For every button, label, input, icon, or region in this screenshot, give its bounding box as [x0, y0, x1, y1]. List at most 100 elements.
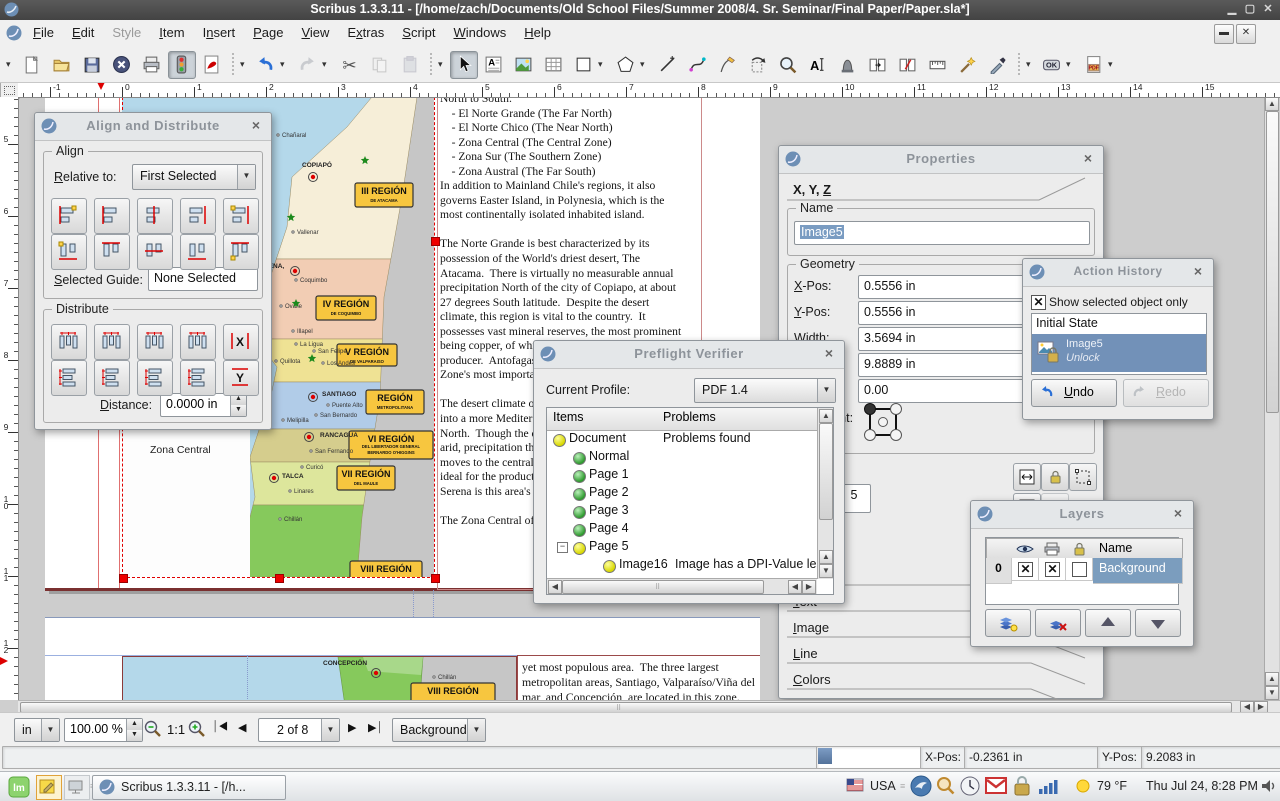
- menu-page[interactable]: Page: [244, 20, 292, 47]
- copy-properties-button[interactable]: [954, 51, 982, 79]
- close-button[interactable]: [108, 51, 136, 79]
- export-pdf-button[interactable]: [198, 51, 226, 79]
- redo-button[interactable]: [294, 51, 322, 79]
- layers-dialog[interactable]: Layers × Name 0 ✕ ✕ Background: [970, 500, 1194, 647]
- close-icon[interactable]: ×: [1170, 506, 1186, 522]
- history-list[interactable]: Initial State Image5 Unlock: [1031, 313, 1207, 375]
- layer-visible-cell[interactable]: ✕: [1012, 558, 1039, 581]
- history-item-initial[interactable]: Initial State: [1032, 314, 1206, 332]
- tree-vscrollbar[interactable]: ▲ ▲ ▼: [817, 408, 833, 579]
- window-titlebar[interactable]: Scribus 1.3.3.11 - [/home/zach/Documents…: [0, 0, 1280, 20]
- first-page-button[interactable]: ⏐◀: [212, 721, 228, 734]
- chevron-down-icon[interactable]: ▾: [1108, 59, 1113, 70]
- tree-row-normal[interactable]: Normal: [547, 448, 817, 466]
- redo-button[interactable]: Redo: [1123, 379, 1209, 407]
- insert-shape-button[interactable]: [570, 51, 598, 79]
- distribute-button-4[interactable]: [180, 324, 216, 360]
- align-distribute-dialog[interactable]: Align and Distribute × Align Relative to…: [34, 112, 272, 430]
- clock-tray-icon[interactable]: [960, 776, 980, 799]
- distribute-v-button-4[interactable]: [180, 360, 216, 396]
- vertical-ruler[interactable]: 56789101112: [0, 97, 19, 700]
- tree-hscrollbar[interactable]: ◀ ⠿ ◀ ▶: [547, 578, 817, 594]
- flip-horizontal-button[interactable]: [1013, 463, 1041, 491]
- align-button-3[interactable]: [137, 198, 173, 234]
- copy-button[interactable]: [366, 51, 394, 79]
- distribute-v-button-1[interactable]: [51, 360, 87, 396]
- layer-select[interactable]: Background▼: [392, 718, 486, 742]
- distribute-v-button-2[interactable]: [94, 360, 130, 396]
- chevron-down-icon[interactable]: ▾: [322, 59, 327, 70]
- tree-row-page-4[interactable]: Page 4: [547, 520, 817, 538]
- select-item-button[interactable]: [450, 51, 478, 79]
- align-v-button-5[interactable]: [223, 234, 259, 270]
- notes-quicklaunch-icon[interactable]: [36, 775, 62, 800]
- resize-handle[interactable]: [275, 574, 284, 583]
- close-button[interactable]: ✕: [1260, 2, 1276, 18]
- insert-polygon-button[interactable]: [612, 51, 640, 79]
- chile-map-image-2[interactable]: CONCEPCIÓNChillánLos AngelesVIII REGIÓN: [122, 656, 517, 700]
- preflight-verifier-button[interactable]: [168, 51, 196, 79]
- prev-page-button[interactable]: ◀: [238, 721, 246, 734]
- distribute-button-1[interactable]: [51, 324, 87, 360]
- preflight-verifier-dialog[interactable]: Preflight Verifier × Current Profile: PD…: [533, 340, 845, 604]
- menu-help[interactable]: Help: [515, 20, 560, 47]
- close-icon[interactable]: ×: [821, 346, 837, 362]
- pdf-push-button-button[interactable]: OK: [1038, 51, 1066, 79]
- new-document-button[interactable]: [18, 51, 46, 79]
- menu-extras[interactable]: Extras: [338, 20, 393, 47]
- zoom-button[interactable]: [774, 51, 802, 79]
- align-v-button-3[interactable]: [137, 234, 173, 270]
- freehand-line-button[interactable]: [714, 51, 742, 79]
- lock-button[interactable]: [1041, 463, 1069, 491]
- vertical-scrollbar[interactable]: ▲ ▲ ▼: [1264, 97, 1279, 700]
- scroll-up-arrow[interactable]: ▲: [1265, 97, 1279, 111]
- name-field[interactable]: Image5: [794, 221, 1090, 245]
- measurements-button[interactable]: [924, 51, 952, 79]
- align-v-button-1[interactable]: [51, 234, 87, 270]
- minimize-button[interactable]: ▁: [1224, 2, 1240, 18]
- toolbar-overflow-icon[interactable]: ▾: [240, 59, 245, 70]
- problems-column-header[interactable]: Problems: [657, 408, 823, 431]
- action-history-dialog[interactable]: Action History × ✕ Show selected object …: [1022, 258, 1214, 420]
- unlink-text-frames-button[interactable]: [894, 51, 922, 79]
- chevron-down-icon[interactable]: ▾: [598, 59, 603, 70]
- tree-row-page-2[interactable]: Page 2: [547, 484, 817, 502]
- insert-image-frame-button[interactable]: [510, 51, 538, 79]
- tree-expander-icon[interactable]: −: [557, 542, 568, 553]
- layers-table[interactable]: Name 0 ✕ ✕ Background: [985, 537, 1179, 605]
- items-column-header[interactable]: Items: [547, 408, 664, 431]
- zoom-in-icon[interactable]: [188, 720, 206, 743]
- link-text-frames-button[interactable]: [864, 51, 892, 79]
- insert-table-button[interactable]: [540, 51, 568, 79]
- lower-layer-button[interactable]: [1135, 609, 1181, 637]
- eye-dropper-button[interactable]: [984, 51, 1012, 79]
- align-button-1[interactable]: [51, 198, 87, 234]
- scroll-up-arrow[interactable]: ▲: [819, 409, 833, 423]
- resize-handle[interactable]: [119, 574, 128, 583]
- zoom-out-icon[interactable]: [144, 720, 162, 743]
- chevron-down-icon[interactable]: ▼: [41, 719, 59, 741]
- align-button-5[interactable]: [223, 198, 259, 234]
- weather-sun-icon[interactable]: [1074, 777, 1092, 798]
- scroll-right-arrow[interactable]: ▶: [802, 580, 816, 594]
- paste-button[interactable]: [396, 51, 424, 79]
- delete-layer-button[interactable]: [1035, 609, 1081, 637]
- toolbar-overflow-icon[interactable]: ▾: [438, 59, 443, 70]
- section-tab-colors[interactable]: Colors: [793, 672, 831, 687]
- align-button-4[interactable]: [180, 198, 216, 234]
- desktop-quicklaunch-icon[interactable]: [64, 775, 90, 800]
- relative-to-select[interactable]: First Selected▼: [132, 164, 256, 190]
- temperature-label[interactable]: 79 °F: [1097, 779, 1127, 793]
- page-2[interactable]: CONCEPCIÓNChillánLos AngelesVIII REGIÓN …: [45, 617, 760, 700]
- undo-button[interactable]: [252, 51, 280, 79]
- align-v-button-4[interactable]: [180, 234, 216, 270]
- scroll-left-arrow[interactable]: ◀: [548, 580, 562, 594]
- tree-row-page-3[interactable]: Page 3: [547, 502, 817, 520]
- resize-handle[interactable]: [431, 574, 440, 583]
- vscroll-thumb[interactable]: [1266, 111, 1279, 413]
- distribute-v-button-3[interactable]: [137, 360, 173, 396]
- problems-tree[interactable]: Items Problems DocumentProblems foundNor…: [546, 407, 834, 595]
- menu-launcher-icon[interactable]: lm: [8, 776, 30, 801]
- layer-print-cell[interactable]: ✕: [1039, 558, 1066, 581]
- lock-size-button[interactable]: [1069, 463, 1097, 491]
